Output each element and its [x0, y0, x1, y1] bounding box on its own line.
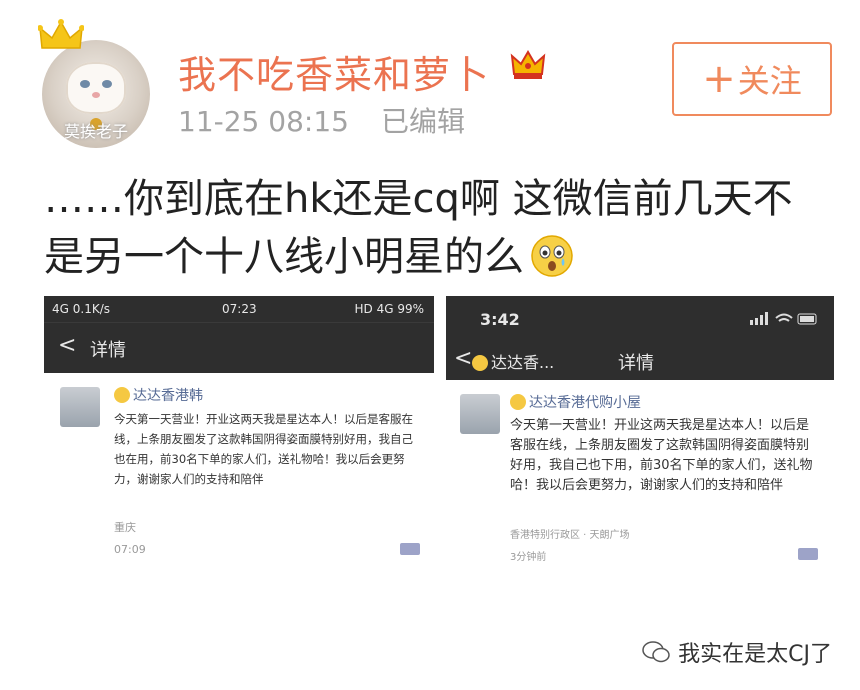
- status-battery: HD 4G 99%: [354, 302, 425, 316]
- more-icon[interactable]: [798, 548, 818, 560]
- account-name[interactable]: 达达香港韩: [133, 388, 203, 404]
- more-icon[interactable]: [400, 543, 420, 555]
- post-time: 11-25 08:15: [178, 105, 349, 138]
- account-name-row: 达达香港代购小屋: [510, 392, 641, 412]
- status-icons: [750, 312, 817, 325]
- account-name-row: 达达香港韩: [114, 385, 203, 405]
- status-signal: 4G 0.1K/s: [52, 302, 110, 316]
- follow-label: 关注: [737, 62, 802, 100]
- moment-location: 重庆: [114, 521, 136, 534]
- plus-icon: +: [702, 56, 736, 102]
- left-screenshot: 4G 0.1K/s 07:23 HD 4G 99% < 详情 达达香港韩 今天第…: [44, 296, 434, 690]
- moment-location: 香港特别行政区 · 天朗广场: [510, 530, 630, 541]
- nav-title: 详情: [90, 340, 126, 361]
- vip-crown-icon: [510, 50, 546, 79]
- status-time: 3:42: [480, 310, 520, 329]
- right-screenshot: 3:42 < 达达香... 详情 达达香港代购小屋 今天第一天营业！开业这两天我…: [446, 296, 834, 690]
- moment-time: 3分钟前: [510, 552, 547, 563]
- smile-emoji-icon: [114, 387, 130, 403]
- post-text: ……你到底在hk还是cq啊 这微信前几天不是另一个十八线小明星的么: [44, 170, 824, 286]
- smile-emoji-icon: [510, 394, 526, 410]
- nav-bar: < 达达香... 详情: [446, 340, 834, 380]
- surprised-emoji-icon: [531, 235, 573, 277]
- moment-message: 今天第一天营业！开业这两天我是星达本人！以后是客服在线，上条朋友圈发了这款韩国阴…: [114, 412, 413, 486]
- follow-button[interactable]: + 关注: [672, 42, 832, 116]
- moment-card: 达达香港韩 今天第一天营业！开业这两天我是星达本人！以后是客服在线，上条朋友圈发…: [44, 373, 434, 690]
- nav-back-name[interactable]: 达达香...: [472, 349, 554, 373]
- smile-emoji-icon: [472, 355, 488, 371]
- moment-time: 07:09: [114, 543, 146, 556]
- account-name[interactable]: 达达香港代购小屋: [529, 395, 641, 411]
- status-bar: 3:42: [446, 296, 834, 340]
- crown-icon: [38, 19, 84, 49]
- edited-label: 已编辑: [380, 105, 465, 138]
- post-header: 莫挨老子 我不吃香菜和萝卜 11-25 08:15 已编辑 + 关注: [0, 0, 860, 150]
- cat-face-icon: [66, 62, 126, 114]
- username[interactable]: 我不吃香菜和萝卜: [178, 44, 490, 99]
- back-icon[interactable]: <: [454, 346, 472, 371]
- post-meta: 11-25 08:15 已编辑: [178, 100, 465, 140]
- status-time: 07:23: [222, 302, 257, 316]
- account-avatar[interactable]: [60, 387, 100, 427]
- account-avatar[interactable]: [460, 394, 500, 434]
- post-text-content: ……你到底在hk还是cq啊 这微信前几天不是另一个十八线小明星的么: [44, 176, 793, 280]
- watermark: 我实在是太CJ了: [642, 636, 832, 668]
- nav-title: 详情: [618, 353, 654, 374]
- wechat-icon: [642, 641, 670, 663]
- avatar-caption: 莫挨老子: [63, 122, 128, 141]
- watermark-text: 我实在是太CJ了: [678, 642, 832, 667]
- nav-bar: < 详情: [44, 322, 434, 373]
- back-icon[interactable]: <: [58, 333, 76, 358]
- moment-message: 今天第一天营业！开业这两天我是星达本人！以后是客服在线，上条朋友圈发了这款韩国阴…: [510, 418, 813, 493]
- status-bar: 4G 0.1K/s 07:23 HD 4G 99%: [44, 296, 434, 322]
